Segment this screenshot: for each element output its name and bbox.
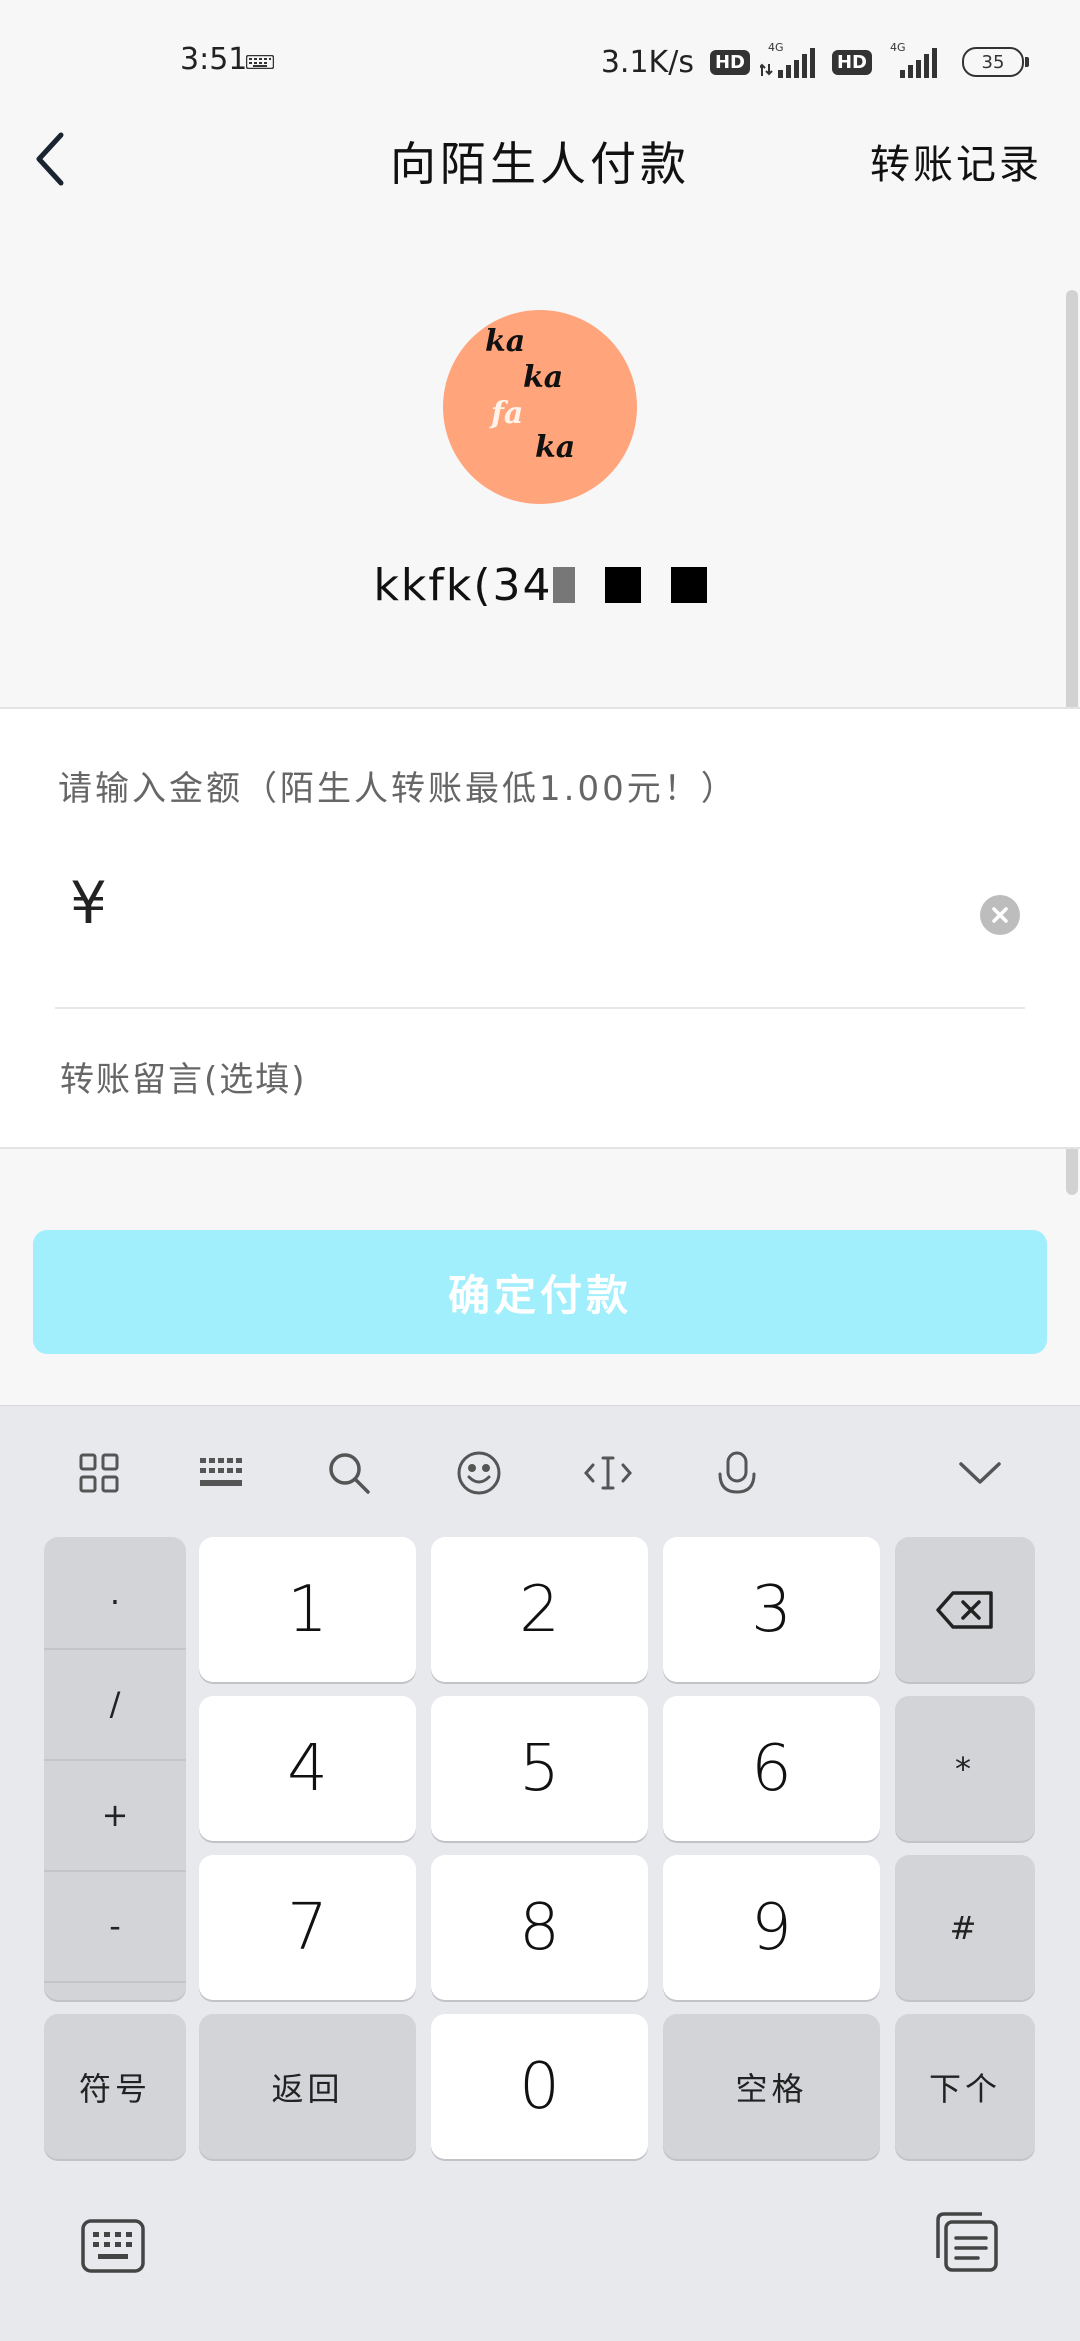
key-slash[interactable]: /: [44, 1648, 186, 1761]
grid-icon[interactable]: [70, 1444, 128, 1502]
amount-input[interactable]: [130, 869, 954, 951]
key-2[interactable]: 2: [431, 1537, 648, 1682]
divider: [55, 1007, 1025, 1009]
keyboard-toolbar: [0, 1406, 1080, 1536]
redaction-block: [670, 567, 707, 603]
key-1[interactable]: 1: [199, 1537, 416, 1682]
redaction-block: [604, 567, 641, 603]
amount-label: 请输入金额（陌生人转账最低1.00元！）: [58, 769, 738, 809]
key-8[interactable]: 8: [431, 1855, 648, 2000]
memo-input[interactable]: [58, 1039, 962, 1121]
search-icon[interactable]: [320, 1444, 378, 1502]
key-6[interactable]: 6: [663, 1696, 880, 1841]
avatar-text-2: ka: [523, 360, 564, 395]
close-icon: [992, 907, 1008, 923]
battery-icon: 35: [962, 47, 1029, 77]
space-key[interactable]: 空格: [663, 2014, 880, 2159]
svg-text:4G: 4G: [890, 41, 906, 54]
redaction-block: [552, 567, 575, 603]
hd-badge-1: HD: [709, 49, 750, 75]
keyboard-layout-icon[interactable]: [192, 1444, 250, 1502]
key-7[interactable]: 7: [199, 1855, 416, 2000]
key-star[interactable]: *: [895, 1696, 1035, 1841]
clipboard-icon[interactable]: [932, 2210, 1002, 2274]
key-plus[interactable]: +: [44, 1759, 186, 1872]
symbol-key[interactable]: 符号: [44, 2014, 186, 2159]
recipient-name: kkfk(34: [0, 560, 1080, 611]
status-indicators: 3.1K/s HD 4G HD 4G 35: [600, 40, 1029, 84]
backspace-icon: [936, 1590, 993, 1629]
hd-badge-2: HD: [831, 49, 872, 75]
recipient-name-text: kkfk(34: [373, 560, 553, 611]
key-3[interactable]: 3: [663, 1537, 880, 1682]
transfer-records-link[interactable]: 转账记录: [870, 132, 1042, 190]
key-hash[interactable]: #: [895, 1855, 1035, 2000]
back-key[interactable]: 返回: [199, 2014, 416, 2159]
clear-amount-button[interactable]: [980, 895, 1020, 935]
key-5[interactable]: 5: [431, 1696, 648, 1841]
keyboard-indicator-icon: [245, 54, 275, 73]
signal-icon-1: 4G: [758, 40, 822, 84]
emoji-icon[interactable]: [450, 1444, 508, 1502]
avatar-text-4: ka: [535, 430, 576, 465]
key-9[interactable]: 9: [663, 1855, 880, 2000]
key-4[interactable]: 4: [199, 1696, 416, 1841]
currency-symbol: ¥: [70, 869, 107, 937]
network-speed: 3.1K/s: [600, 44, 694, 80]
cursor-move-icon[interactable]: [579, 1444, 637, 1502]
svg-text:4G: 4G: [768, 41, 784, 54]
key-minus[interactable]: -: [44, 1870, 186, 1983]
switch-keyboard-icon[interactable]: [78, 2214, 148, 2278]
avatar-text-3: fa: [491, 396, 524, 431]
next-key[interactable]: 下个: [895, 2014, 1035, 2159]
status-time: 3:51: [180, 42, 248, 77]
status-bar: 3:51 3.1K/s HD 4G HD 4G 35: [0, 0, 1080, 120]
nav-bar: 向陌生人付款 转账记录: [0, 110, 1080, 210]
backspace-key[interactable]: [895, 1537, 1035, 1682]
chevron-down-icon[interactable]: [951, 1444, 1009, 1502]
confirm-payment-button[interactable]: 确定付款: [33, 1230, 1047, 1354]
microphone-icon[interactable]: [708, 1444, 766, 1502]
avatar-text-1: ka: [485, 324, 526, 359]
transfer-form: 请输入金额（陌生人转账最低1.00元！） ¥: [0, 707, 1080, 1149]
key-0[interactable]: 0: [431, 2014, 648, 2159]
signal-icon-2: 4G: [882, 40, 944, 84]
avatar: ka ka fa ka: [443, 310, 637, 504]
key-period[interactable]: .: [44, 1537, 186, 1650]
symbol-column[interactable]: . / + -: [44, 1537, 186, 2000]
